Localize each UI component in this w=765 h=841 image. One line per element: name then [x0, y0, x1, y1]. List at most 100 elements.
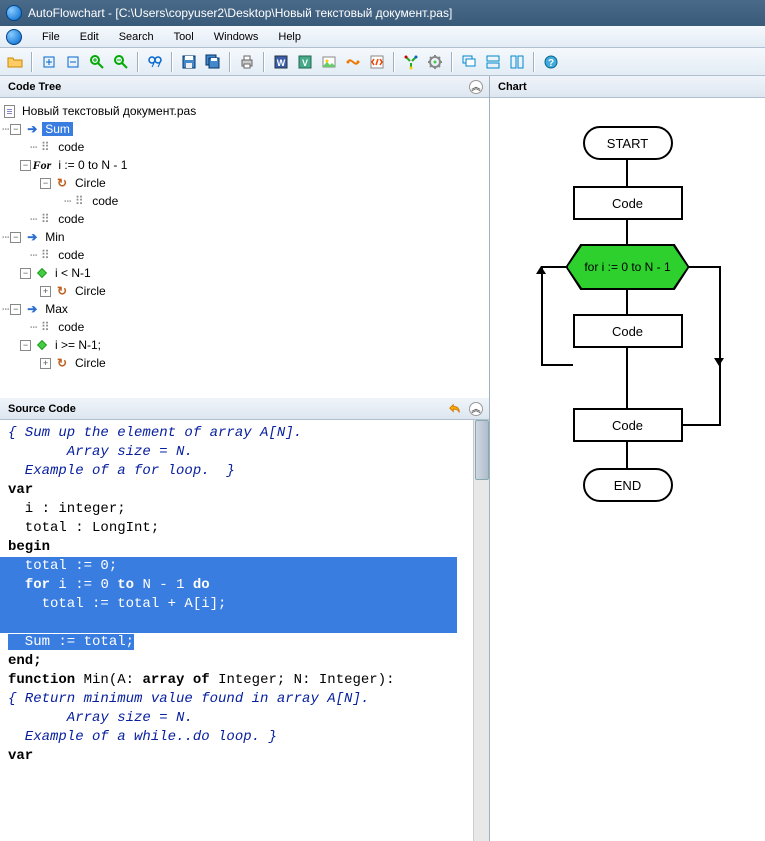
main-area: Code Tree ︽ Новый текстовый документ.pas… [0, 76, 765, 841]
menu-file[interactable]: File [32, 29, 70, 45]
tree-item[interactable]: ⋯− ➔ Sum [2, 120, 487, 138]
tree-item[interactable]: ⋯⠿code [2, 210, 487, 228]
flow-line [626, 348, 628, 408]
tree-item[interactable]: +↻Circle [2, 282, 487, 300]
collapse-button[interactable] [62, 51, 84, 73]
layout-tile-v-button[interactable] [506, 51, 528, 73]
collapse-icon[interactable]: ︽ [469, 80, 483, 94]
save-button[interactable] [178, 51, 200, 73]
layout-cascade-button[interactable] [458, 51, 480, 73]
system-menu-icon[interactable] [4, 27, 32, 47]
flow-start[interactable]: START [583, 126, 673, 160]
menu-help[interactable]: Help [268, 29, 311, 45]
menubar: File Edit Search Tool Windows Help [0, 26, 765, 48]
tree-item[interactable]: ⋯⠿code [2, 192, 487, 210]
tree-item[interactable]: ⋯⠿code [2, 246, 487, 264]
layout-tile-h-button[interactable] [482, 51, 504, 73]
left-pane: Code Tree ︽ Новый текстовый документ.pas… [0, 76, 490, 841]
loop-icon: ↻ [55, 356, 69, 370]
file-icon [2, 104, 16, 118]
scrollbar-thumb[interactable] [475, 420, 489, 480]
tree-root-label: Новый текстовый документ.pas [19, 104, 199, 118]
svg-text:?: ? [548, 58, 554, 69]
toggle-icon[interactable]: − [20, 340, 31, 351]
zoom-in-button[interactable] [86, 51, 108, 73]
scrollbar[interactable] [473, 420, 489, 841]
tree-item[interactable]: − i >= N-1; [2, 336, 487, 354]
toggle-icon[interactable]: − [10, 124, 21, 135]
tree-item[interactable]: +↻Circle [2, 354, 487, 372]
toggle-icon[interactable]: + [40, 286, 51, 297]
export-xml-button[interactable] [366, 51, 388, 73]
toggle-icon[interactable]: − [10, 304, 21, 315]
tree-item[interactable]: −i < N-1 [2, 264, 487, 282]
flow-loop[interactable]: for i := 0 to N - 1 [568, 246, 688, 288]
code-tree[interactable]: Новый текстовый документ.pas ⋯− ➔ Sum ⋯⠿… [0, 98, 489, 398]
arrow-icon: ➔ [25, 230, 39, 244]
tree-item[interactable]: −↻Circle [2, 174, 487, 192]
app-menu-icon [6, 29, 22, 45]
code-icon: ⠿ [38, 140, 52, 154]
settings-button[interactable] [400, 51, 422, 73]
options-button[interactable] [424, 51, 446, 73]
export-visio-button[interactable]: V [294, 51, 316, 73]
flow-label: END [614, 478, 641, 493]
flow-line [626, 160, 628, 186]
condition-icon [35, 266, 49, 280]
flowchart: START Code for i := 0 to N - 1 Code Code… [503, 126, 753, 546]
flow-code2[interactable]: Code [573, 314, 683, 348]
tree-label: i >= N-1; [52, 338, 104, 352]
flow-label: for i := 0 to N - 1 [584, 260, 670, 274]
toggle-icon[interactable]: − [20, 160, 31, 171]
save-all-button[interactable] [202, 51, 224, 73]
flow-line [541, 266, 543, 366]
menu-windows[interactable]: Windows [204, 29, 269, 45]
separator [393, 52, 395, 72]
flow-line [626, 220, 628, 246]
undo-icon[interactable] [447, 401, 463, 417]
arrow-icon: ➔ [25, 302, 39, 316]
source-title: Source Code [8, 403, 76, 415]
chart-header: Chart [490, 76, 765, 98]
toggle-icon[interactable]: + [40, 358, 51, 369]
export-word-button[interactable]: W [270, 51, 292, 73]
print-button[interactable] [236, 51, 258, 73]
flow-label: START [607, 136, 648, 151]
tree-label: i := 0 to N - 1 [55, 158, 130, 172]
arrowhead-icon [714, 358, 724, 366]
collapse-icon[interactable]: ︽ [469, 402, 483, 416]
tree-item[interactable]: ⋯−➔Min [2, 228, 487, 246]
tree-root[interactable]: Новый текстовый документ.pas [2, 102, 487, 120]
tree-item[interactable]: −For i := 0 to N - 1 [2, 156, 487, 174]
menu-tool[interactable]: Tool [164, 29, 204, 45]
tree-item[interactable]: ⋯⠿code [2, 318, 487, 336]
tree-item[interactable]: ⋯⠿code [2, 138, 487, 156]
code-tree-title: Code Tree [8, 81, 61, 93]
zoom-out-button[interactable] [110, 51, 132, 73]
separator [171, 52, 173, 72]
menu-edit[interactable]: Edit [70, 29, 109, 45]
tree-item[interactable]: ⋯−➔Max [2, 300, 487, 318]
help-button[interactable]: ? [540, 51, 562, 73]
loop-icon: ↻ [55, 176, 69, 190]
flow-line [541, 364, 573, 366]
tree-label: code [55, 248, 87, 262]
flow-code1[interactable]: Code [573, 186, 683, 220]
flow-label: Code [612, 418, 643, 433]
toggle-icon[interactable]: − [20, 268, 31, 279]
tree-label: code [89, 194, 121, 208]
toggle-icon[interactable]: − [10, 232, 21, 243]
toggle-icon[interactable]: − [40, 178, 51, 189]
export-image-button[interactable] [318, 51, 340, 73]
find-button[interactable] [144, 51, 166, 73]
menu-search[interactable]: Search [109, 29, 164, 45]
export-svg-button[interactable] [342, 51, 364, 73]
expand-button[interactable] [38, 51, 60, 73]
chart-area[interactable]: START Code for i := 0 to N - 1 Code Code… [490, 98, 765, 841]
flow-code3[interactable]: Code [573, 408, 683, 442]
open-button[interactable] [4, 51, 26, 73]
flow-end[interactable]: END [583, 468, 673, 502]
source-code[interactable]: { Sum up the element of array A[N]. Arra… [0, 420, 489, 841]
flow-line [626, 442, 628, 468]
separator [31, 52, 33, 72]
